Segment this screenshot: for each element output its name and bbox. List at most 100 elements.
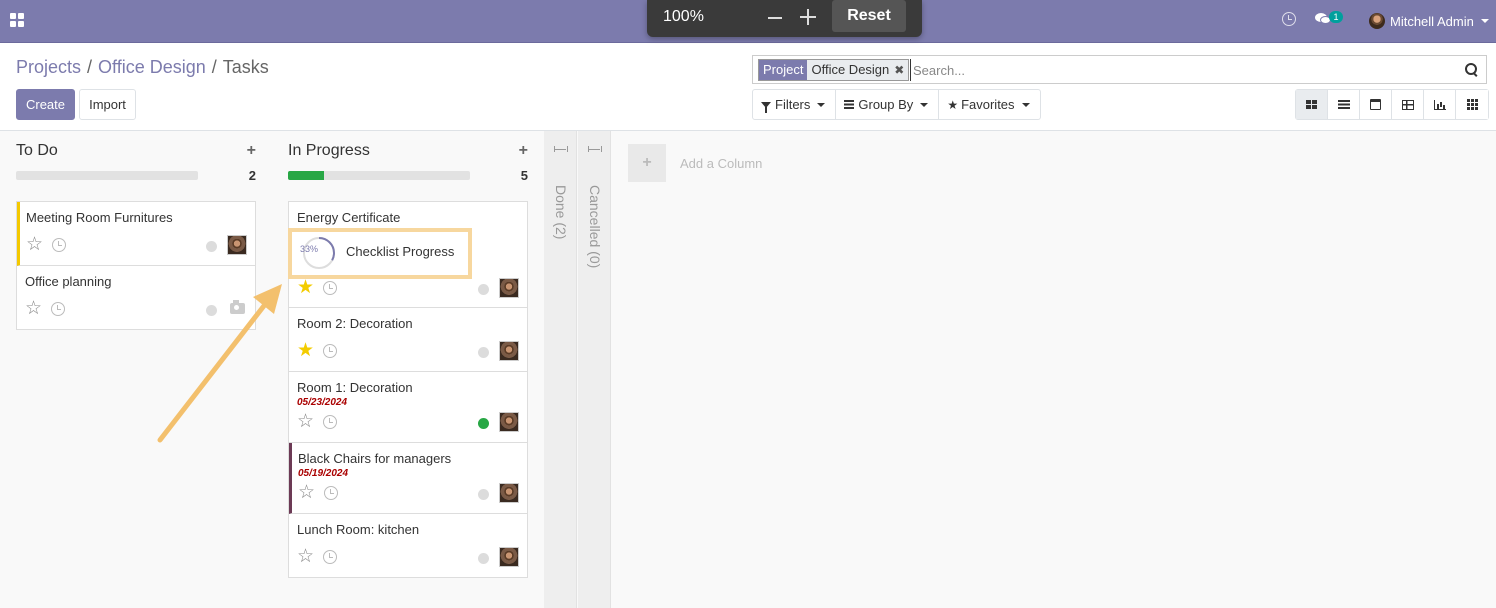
assignee-avatar	[499, 341, 519, 361]
breadcrumb-separator: /	[87, 57, 93, 77]
activity-clock-icon[interactable]	[1282, 12, 1296, 26]
user-menu[interactable]: Mitchell Admin	[1369, 11, 1489, 31]
star-icon: ★	[947, 97, 959, 112]
unfold-arrows-icon[interactable]	[554, 146, 568, 152]
facet-value: Office Design ✖	[807, 60, 909, 80]
assignee-avatar	[499, 412, 519, 432]
search-icon[interactable]	[1465, 63, 1478, 76]
unfold-arrows-icon[interactable]	[588, 146, 602, 152]
zoom-reset-button[interactable]: Reset	[832, 0, 906, 32]
task-card[interactable]: Office planning ☆	[17, 266, 255, 329]
view-activity-button[interactable]	[1456, 90, 1488, 119]
search-input[interactable]	[910, 59, 1450, 81]
activity-clock-icon[interactable]	[51, 302, 65, 316]
bar-chart-icon	[1433, 99, 1446, 110]
task-card[interactable]: Room 2: Decoration ★	[289, 308, 527, 372]
group-by-dropdown[interactable]: Group By	[836, 90, 940, 119]
pivot-table-icon	[1401, 99, 1414, 110]
card-footer: ★	[297, 278, 519, 300]
task-card[interactable]: Meeting Room Furnitures ☆	[17, 202, 255, 266]
caret-down-icon	[1480, 19, 1489, 23]
checklist-percent: 33%	[299, 244, 318, 254]
view-pivot-button[interactable]	[1392, 90, 1424, 119]
facet-value-text: Office Design	[811, 62, 890, 77]
kanban-state-dot[interactable]	[478, 347, 489, 358]
view-calendar-button[interactable]	[1360, 90, 1392, 119]
view-graph-button[interactable]	[1424, 90, 1456, 119]
zoom-out-icon[interactable]	[768, 17, 782, 19]
column-title[interactable]: In Progress	[288, 142, 370, 159]
assignee-avatar	[499, 278, 519, 298]
calendar-icon	[1370, 99, 1381, 110]
messages-count-badge: 1	[1329, 11, 1343, 23]
activity-clock-icon[interactable]	[323, 344, 337, 358]
column-add-icon[interactable]: +	[519, 142, 528, 160]
activity-clock-icon[interactable]	[52, 238, 66, 252]
assignee-avatar	[227, 235, 247, 255]
star-icon[interactable]: ☆	[298, 483, 315, 502]
create-button[interactable]: Create	[16, 89, 75, 120]
column-add-icon[interactable]: +	[247, 142, 256, 160]
checklist-progress-widget[interactable]: 33% Checklist Progress	[288, 228, 472, 279]
import-button[interactable]: Import	[79, 89, 136, 120]
kanban-icon	[1306, 100, 1317, 109]
kanban-state-dot[interactable]	[478, 489, 489, 500]
task-deadline: 05/23/2024	[297, 397, 348, 408]
caret-down-icon	[920, 102, 929, 107]
task-card[interactable]: Lunch Room: kitchen ☆	[289, 514, 527, 577]
breadcrumb-office-design[interactable]: Office Design	[98, 57, 206, 78]
folded-column-cancelled[interactable]: Cancelled (0)	[578, 131, 611, 608]
breadcrumb-projects[interactable]: Projects	[16, 57, 81, 78]
search-options: Filters Group By ★ Favorites	[752, 89, 1041, 120]
group-by-label: Group By	[858, 97, 914, 112]
task-title: Lunch Room: kitchen	[297, 522, 420, 537]
bars-icon	[844, 100, 855, 109]
zoom-in-icon[interactable]	[800, 9, 816, 25]
activity-clock-icon[interactable]	[324, 486, 338, 500]
task-card[interactable]: Black Chairs for managers 05/19/2024 ☆	[289, 443, 527, 514]
assignee-avatar	[499, 547, 519, 567]
column-header: In Progress +	[288, 142, 528, 162]
star-icon[interactable]: ☆	[25, 299, 42, 318]
star-icon[interactable]: ☆	[297, 547, 314, 566]
star-icon[interactable]: ★	[297, 278, 314, 297]
add-column-label[interactable]: Add a Column	[680, 156, 762, 171]
search-facet-project: Project Office Design ✖	[758, 59, 910, 81]
column-title[interactable]: To Do	[16, 142, 58, 159]
list-icon	[1337, 100, 1350, 109]
user-name: Mitchell Admin	[1390, 13, 1474, 29]
activity-clock-icon[interactable]	[323, 550, 337, 564]
card-footer: ☆	[298, 483, 519, 505]
folded-column-label: Done (2)	[553, 185, 569, 240]
activity-clock-icon[interactable]	[323, 415, 337, 429]
column-progress-fill	[288, 171, 325, 180]
facet-remove-icon[interactable]: ✖	[894, 60, 904, 80]
star-icon[interactable]: ★	[297, 341, 314, 360]
kanban-state-dot[interactable]	[478, 553, 489, 564]
apps-grid-icon[interactable]	[10, 13, 24, 27]
breadcrumb-tasks: Tasks	[222, 57, 269, 77]
task-card[interactable]: Room 1: Decoration 05/23/2024 ☆	[289, 372, 527, 443]
folded-column-done[interactable]: Done (2)	[544, 131, 577, 608]
activity-clock-icon[interactable]	[323, 281, 337, 295]
kanban-state-dot[interactable]	[206, 241, 217, 252]
caret-down-icon	[817, 102, 826, 107]
task-title: Office planning	[25, 274, 112, 289]
checklist-label: Checklist Progress	[346, 244, 455, 259]
column-progress-bar[interactable]	[288, 171, 470, 180]
view-list-button[interactable]	[1328, 90, 1360, 119]
column-progress-bar[interactable]	[16, 171, 198, 180]
filters-dropdown[interactable]: Filters	[753, 90, 837, 119]
favorites-dropdown[interactable]: ★ Favorites	[939, 90, 1039, 119]
star-icon[interactable]: ☆	[26, 235, 43, 254]
view-kanban-button[interactable]	[1296, 90, 1328, 119]
kanban-state-dot[interactable]	[206, 305, 217, 316]
kanban-state-dot[interactable]	[478, 284, 489, 295]
search-box: Project Office Design ✖	[752, 55, 1487, 84]
zoom-level: 100%	[663, 8, 704, 25]
add-column-button[interactable]: +	[628, 144, 666, 182]
star-icon[interactable]: ☆	[297, 412, 314, 431]
favorites-label: Favorites	[961, 97, 1015, 112]
card-footer: ☆	[297, 412, 519, 434]
kanban-state-dot[interactable]	[478, 418, 489, 429]
